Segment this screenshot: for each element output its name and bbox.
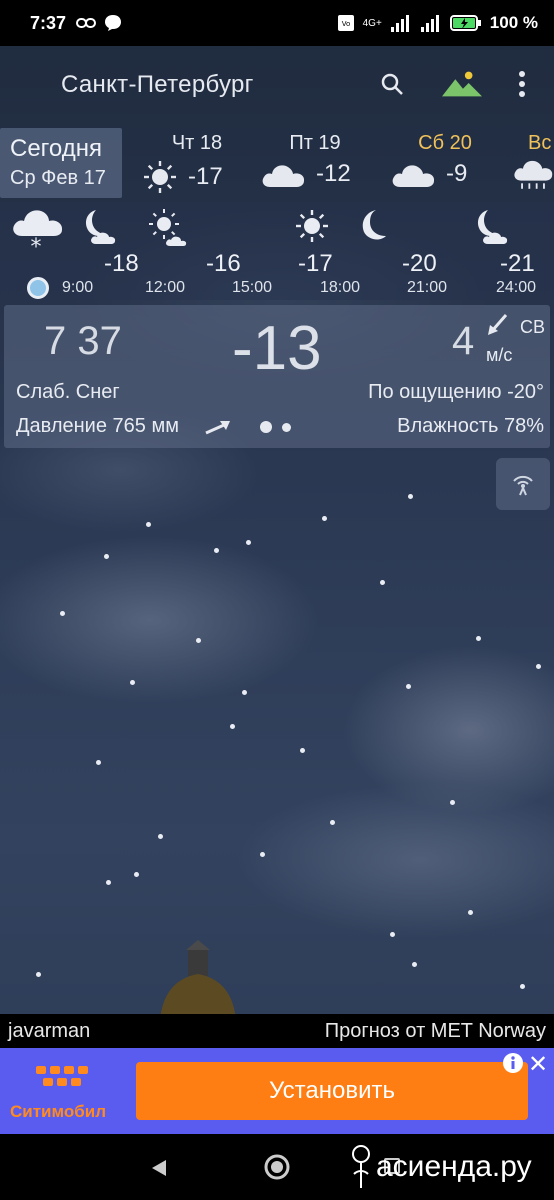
day-tab-today[interactable]: Сегодня Ср Фев 17 [0,128,122,198]
hour-temp: -20 [402,250,437,277]
moon-cloud-icon [478,210,508,244]
svg-text:*: * [31,235,42,254]
network-type: 4G+ [362,17,382,29]
sun-cloud-icon [149,209,187,246]
hour-time: 12:00 [145,279,186,296]
current-conditions-panel[interactable]: 7 37 -13 4 СВ м/с Слаб. Снег По ощущению… [4,305,550,448]
cloud-icon [392,165,435,187]
close-icon[interactable]: ✕ [528,1050,548,1079]
dot-icon [282,422,291,432]
today-label: Сегодня [10,135,102,162]
hour-temp: -17 [298,250,333,277]
wind-unit: м/с [486,345,513,365]
cloud-icon [262,165,305,187]
current-temperature: -13 [232,314,322,383]
search-button[interactable] [372,68,412,100]
credit-bar: javarman Прогноз от MET Norway [0,1014,554,1048]
hourly-forecast-panel[interactable]: * -18 -16 -17 -20 -21 9:00 12:00 15:00 1… [0,202,554,300]
city-title[interactable]: Санкт-Петербург [61,71,254,99]
hour-temp: -21 [500,250,535,277]
snow-cloud-icon: * [13,210,63,254]
current-time-indicator [27,277,49,299]
forecast-source[interactable]: Прогноз от MET Norway [325,1020,546,1043]
day-name: Вс [528,132,552,154]
day-tab-sun[interactable]: Вс [512,132,554,198]
current-time: 7 37 [44,319,122,363]
landscape-icon [442,71,482,97]
dot-icon [260,421,272,433]
snow-cloud-icon [514,160,553,189]
day-tab-sat[interactable]: Сб 20 -9 [390,132,520,198]
day-temp: -12 [316,160,351,187]
more-vertical-icon [519,71,525,97]
pin-icon [352,1145,370,1188]
hour-time: 21:00 [407,279,448,296]
info-icon[interactable] [502,1052,524,1074]
hour-time: 24:00 [496,279,537,296]
volte-icon: Vo [337,15,354,31]
moon-cloud-icon [86,210,116,244]
condition-text: Слаб. Снег [16,381,120,403]
battery-icon [449,15,481,31]
moon-icon [362,210,386,240]
hour-time: 9:00 [62,279,94,296]
day-tab-fri[interactable]: Пт 19 -12 [260,132,390,198]
status-time: 7:37 [30,12,67,33]
hour-temp: -18 [104,250,139,277]
sun-icon [296,210,328,242]
back-icon[interactable] [150,1158,168,1178]
radar-button[interactable] [496,458,550,510]
trend-arrow-icon [205,421,230,435]
day-name: Пт 19 [289,132,341,154]
wind-speed: 4 [452,319,475,363]
overflow-menu-button[interactable] [512,68,532,100]
watermark-text: асиенда.ру [376,1150,532,1183]
app-header: Санкт-Петербург [0,46,554,124]
install-button[interactable]: Установить [136,1062,528,1120]
humidity-text: Влажность 78% [397,415,544,437]
cathedral-dome-image [160,940,236,1020]
daily-forecast-row: Сегодня Ср Фев 17 Чт 18 -17 Пт 19 -12 Сб… [0,126,554,200]
hour-time: 18:00 [320,279,361,296]
photo-author[interactable]: javarman [8,1020,90,1043]
battery-level: 100 % [489,13,538,32]
pressure-text: Давление 765 мм [16,415,179,437]
day-temp: -17 [188,163,223,190]
wind-direction-icon [488,314,508,335]
site-watermark: асиенда.ру [350,1144,532,1190]
pressure-trend [204,419,291,435]
day-name: Сб 20 [418,132,472,154]
signal-icon [390,15,409,32]
status-bar: 7:37 Vo 4G+ 100 % [0,0,554,46]
wind-direction: СВ [520,317,546,337]
sun-icon [144,161,176,193]
day-name: Чт 18 [171,132,223,154]
ad-brand-name: Ситимобил [10,1102,106,1121]
signal-2-icon [420,15,439,32]
hour-temp: -16 [206,250,241,277]
hour-time: 15:00 [232,279,273,296]
day-tab-thu[interactable]: Чт 18 -17 [142,132,272,198]
search-icon [381,73,403,95]
home-icon[interactable] [264,1154,290,1180]
radar-icon [513,475,533,496]
day-temp: -9 [446,160,468,187]
background-picker-button[interactable] [442,68,482,100]
chat-bubble-icon [105,15,122,31]
svg-text:Vo: Vo [341,20,350,28]
today-date: Ср Фев 17 [10,167,106,189]
ad-banner[interactable]: Ситимобил Установить ✕ [0,1048,554,1134]
feels-like-text: По ощущению -20° [368,381,544,403]
link-icon [76,18,97,28]
